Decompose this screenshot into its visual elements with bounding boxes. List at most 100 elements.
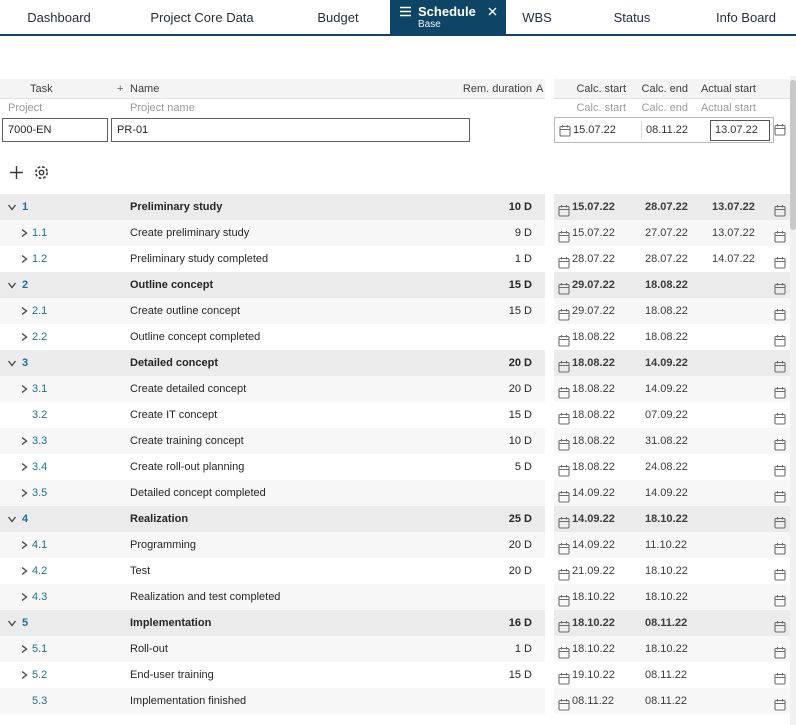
chevron-icon[interactable] (19, 436, 29, 446)
calc-start-cell[interactable]: 29.07.22 (572, 298, 615, 324)
task-name-cell[interactable]: Detailed concept (130, 350, 218, 376)
task-name-cell[interactable]: Preliminary study completed (130, 246, 268, 272)
task-number-link[interactable]: 4.2 (32, 558, 47, 584)
hamburger-icon[interactable] (399, 6, 412, 17)
calendar-icon[interactable] (774, 123, 786, 139)
chevron-icon[interactable] (19, 644, 29, 654)
calendar-icon[interactable] (774, 643, 786, 659)
calc-start-cell[interactable]: 18.08.22 (572, 376, 615, 402)
project-name-input[interactable] (111, 118, 470, 142)
chevron-icon[interactable] (7, 358, 17, 368)
calc-end-cell[interactable]: 28.07.22 (645, 246, 688, 272)
calc-end-cell[interactable]: 07.09.22 (645, 402, 688, 428)
calendar-icon[interactable] (558, 617, 570, 633)
calc-start-cell[interactable]: 18.08.22 (572, 402, 615, 428)
calendar-icon[interactable] (558, 669, 570, 685)
calendar-icon[interactable] (774, 253, 786, 269)
calendar-icon[interactable] (558, 331, 570, 347)
task-number-link[interactable]: 5.1 (32, 636, 47, 662)
calc-start-cell[interactable]: 18.08.22 (572, 454, 615, 480)
calc-start-cell[interactable]: 29.07.22 (572, 272, 615, 298)
task-name-cell[interactable]: Realization and test completed (130, 584, 280, 610)
task-number-link[interactable]: 2.1 (32, 298, 47, 324)
tab-budget[interactable]: Budget (286, 0, 390, 34)
calc-end-cell[interactable]: 08.11.22 (645, 662, 687, 688)
task-duration-cell[interactable]: 15 D (509, 298, 532, 324)
project-calc-start[interactable]: 15.07.22 (573, 118, 616, 142)
calendar-icon[interactable] (774, 513, 786, 529)
task-name-cell[interactable]: End-user training (130, 662, 214, 688)
task-duration-cell[interactable]: 1 D (515, 246, 532, 272)
chevron-icon[interactable] (7, 514, 17, 524)
calc-end-cell[interactable]: 18.08.22 (645, 298, 688, 324)
calendar-icon[interactable] (558, 487, 570, 503)
task-number-link[interactable]: 5.2 (32, 662, 47, 688)
task-number-link[interactable]: 5 (22, 610, 28, 636)
task-duration-cell[interactable]: 15 D (509, 662, 532, 688)
task-name-cell[interactable]: Create detailed concept (130, 376, 246, 402)
chevron-icon[interactable] (19, 566, 29, 576)
calc-start-cell[interactable]: 14.09.22 (572, 532, 615, 558)
calc-end-cell[interactable]: 27.07.22 (645, 220, 688, 246)
project-dates-field[interactable]: 15.07.22 08.11.22 13.07.22 (554, 117, 774, 143)
chevron-icon[interactable] (19, 462, 29, 472)
task-number-link[interactable]: 3.5 (32, 480, 47, 506)
task-name-cell[interactable]: Create training concept (130, 428, 244, 454)
task-duration-cell[interactable]: 15 D (509, 272, 532, 298)
add-column-button[interactable]: + (117, 79, 123, 99)
tab-schedule[interactable]: Schedule Base (390, 0, 506, 34)
task-number-link[interactable]: 5.3 (32, 688, 47, 714)
chevron-icon[interactable] (19, 332, 29, 342)
calc-end-cell[interactable]: 18.10.22 (645, 506, 688, 532)
calendar-icon[interactable] (774, 201, 786, 217)
calc-start-cell[interactable]: 15.07.22 (572, 194, 615, 220)
task-number-link[interactable]: 1.1 (32, 220, 47, 246)
calendar-icon[interactable] (558, 435, 570, 451)
calc-start-cell[interactable]: 18.08.22 (572, 428, 615, 454)
task-number-link[interactable]: 4.3 (32, 584, 47, 610)
calendar-icon[interactable] (558, 279, 570, 295)
task-duration-cell[interactable]: 25 D (509, 506, 532, 532)
add-task-button[interactable] (5, 161, 27, 183)
calendar-icon[interactable] (774, 409, 786, 425)
task-name-cell[interactable]: Preliminary study (130, 194, 222, 220)
calendar-icon[interactable] (558, 643, 570, 659)
project-calc-end[interactable]: 08.11.22 (646, 118, 688, 142)
chevron-icon[interactable] (7, 202, 17, 212)
calendar-icon[interactable] (558, 695, 570, 711)
calc-end-cell[interactable]: 18.10.22 (645, 558, 688, 584)
task-duration-cell[interactable]: 20 D (509, 376, 532, 402)
calc-end-cell[interactable]: 18.10.22 (645, 584, 688, 610)
vertical-scrollbar[interactable] (790, 76, 796, 725)
tab-wbs[interactable]: WBS (506, 0, 568, 34)
chevron-icon[interactable] (19, 488, 29, 498)
task-duration-cell[interactable]: 10 D (509, 428, 532, 454)
chevron-icon[interactable] (19, 228, 29, 238)
project-id-input[interactable] (2, 118, 108, 142)
calc-start-cell[interactable]: 08.11.22 (572, 688, 614, 714)
calendar-icon[interactable] (774, 617, 786, 633)
calendar-icon[interactable] (774, 357, 786, 373)
calendar-icon[interactable] (558, 409, 570, 425)
task-name-cell[interactable]: Implementation (130, 610, 211, 636)
chevron-icon[interactable] (19, 306, 29, 316)
task-number-link[interactable]: 4.1 (32, 532, 47, 558)
calc-start-cell[interactable]: 14.09.22 (572, 480, 615, 506)
calendar-icon[interactable] (774, 695, 786, 711)
calc-end-cell[interactable]: 24.08.22 (645, 454, 688, 480)
calendar-icon[interactable] (558, 253, 570, 269)
calendar-icon[interactable] (774, 331, 786, 347)
calendar-icon[interactable] (559, 124, 571, 140)
calc-start-cell[interactable]: 18.10.22 (572, 610, 615, 636)
chevron-icon[interactable] (19, 254, 29, 264)
task-name-cell[interactable]: Roll-out (130, 636, 168, 662)
project-actual-start-input[interactable]: 13.07.22 (710, 120, 770, 141)
calendar-icon[interactable] (774, 461, 786, 477)
calc-start-cell[interactable]: 18.08.22 (572, 350, 615, 376)
calc-start-cell[interactable]: 21.09.22 (572, 558, 615, 584)
calc-end-cell[interactable]: 28.07.22 (645, 194, 688, 220)
calendar-icon[interactable] (774, 487, 786, 503)
calc-end-cell[interactable]: 08.11.22 (645, 610, 687, 636)
task-name-cell[interactable]: Outline concept completed (130, 324, 260, 350)
calc-start-cell[interactable]: 19.10.22 (572, 662, 615, 688)
